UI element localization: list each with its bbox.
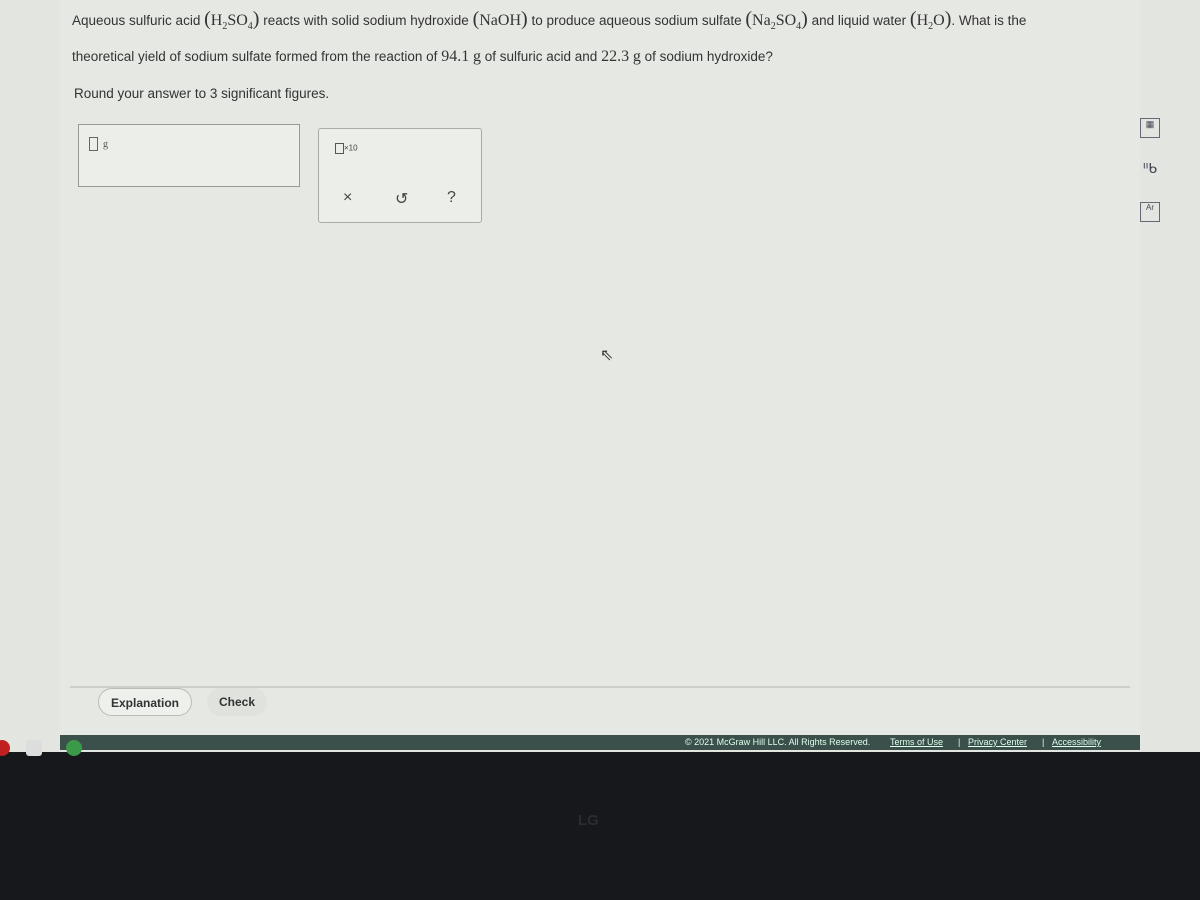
mass-sulfuric-acid: 94.1 [441, 48, 470, 65]
unit: g [632, 48, 641, 65]
calculator-icon[interactable]: ▦ [1140, 118, 1160, 138]
formula-na2so4: Na2SO4 [752, 12, 802, 33]
instruction: Round your answer to 3 significant figur… [74, 86, 330, 101]
sci-notation-button[interactable]: ×10 [335, 143, 358, 154]
privacy-link[interactable]: Privacy Center [968, 737, 1027, 747]
text: of sulfuric acid and [484, 49, 598, 64]
answer-slot[interactable] [89, 137, 98, 151]
explanation-button[interactable]: Explanation [98, 688, 193, 716]
answer-unit: g [103, 139, 108, 150]
answer-input[interactable]: g [78, 124, 300, 187]
text: Aqueous sulfuric acid [72, 13, 201, 28]
mass-sodium-hydroxide: 22.3 [601, 48, 630, 65]
screen: Aqueous sulfuric acid (H2SO4) reacts wit… [0, 0, 1200, 752]
math-palette: ×10 × ↺ ? [318, 128, 482, 223]
store-icon[interactable] [26, 740, 42, 756]
text: and liquid water [811, 13, 907, 28]
unit: g [472, 48, 481, 65]
monitor-logo: LG [578, 812, 599, 829]
clear-button[interactable]: × [343, 189, 352, 207]
question-panel: Aqueous sulfuric acid (H2SO4) reacts wit… [60, 0, 1160, 735]
taskbar-app-icon[interactable] [0, 740, 10, 756]
periodic-table-icon[interactable]: Ar [1140, 202, 1160, 222]
footer: © 2021 McGraw Hill LLC. All Rights Reser… [60, 735, 1140, 750]
accessibility-link[interactable]: Accessibility [1052, 737, 1101, 747]
help-button[interactable]: ? [447, 189, 456, 207]
label: ×10 [344, 143, 358, 153]
mouse-cursor-icon: ⇖ [600, 347, 614, 364]
formula-h2so4: H2SO4 [210, 12, 253, 33]
text: reacts with solid sodium hydroxide [263, 13, 469, 28]
chrome-icon[interactable] [66, 740, 82, 756]
text: of sodium hydroxide? [644, 49, 773, 64]
undo-button[interactable]: ↺ [395, 189, 408, 209]
text: theoretical yield of sodium sulfate form… [72, 49, 438, 64]
copyright: © 2021 McGraw Hill LLC. All Rights Reser… [685, 737, 871, 747]
check-button[interactable]: Check [207, 688, 268, 716]
text: . What is the [951, 13, 1027, 28]
question-line-1: Aqueous sulfuric acid (H2SO4) reacts wit… [72, 8, 1027, 33]
question-line-2: theoretical yield of sodium sulfate form… [72, 48, 773, 66]
terms-link[interactable]: Terms of Use [890, 737, 943, 747]
formula-h2o: H2O [916, 12, 945, 33]
text: to produce aqueous sodium sulfate [531, 13, 742, 28]
data-icon[interactable]: ᑊᑊᑲ [1140, 160, 1160, 180]
formula-naoh: NaOH [479, 12, 522, 29]
